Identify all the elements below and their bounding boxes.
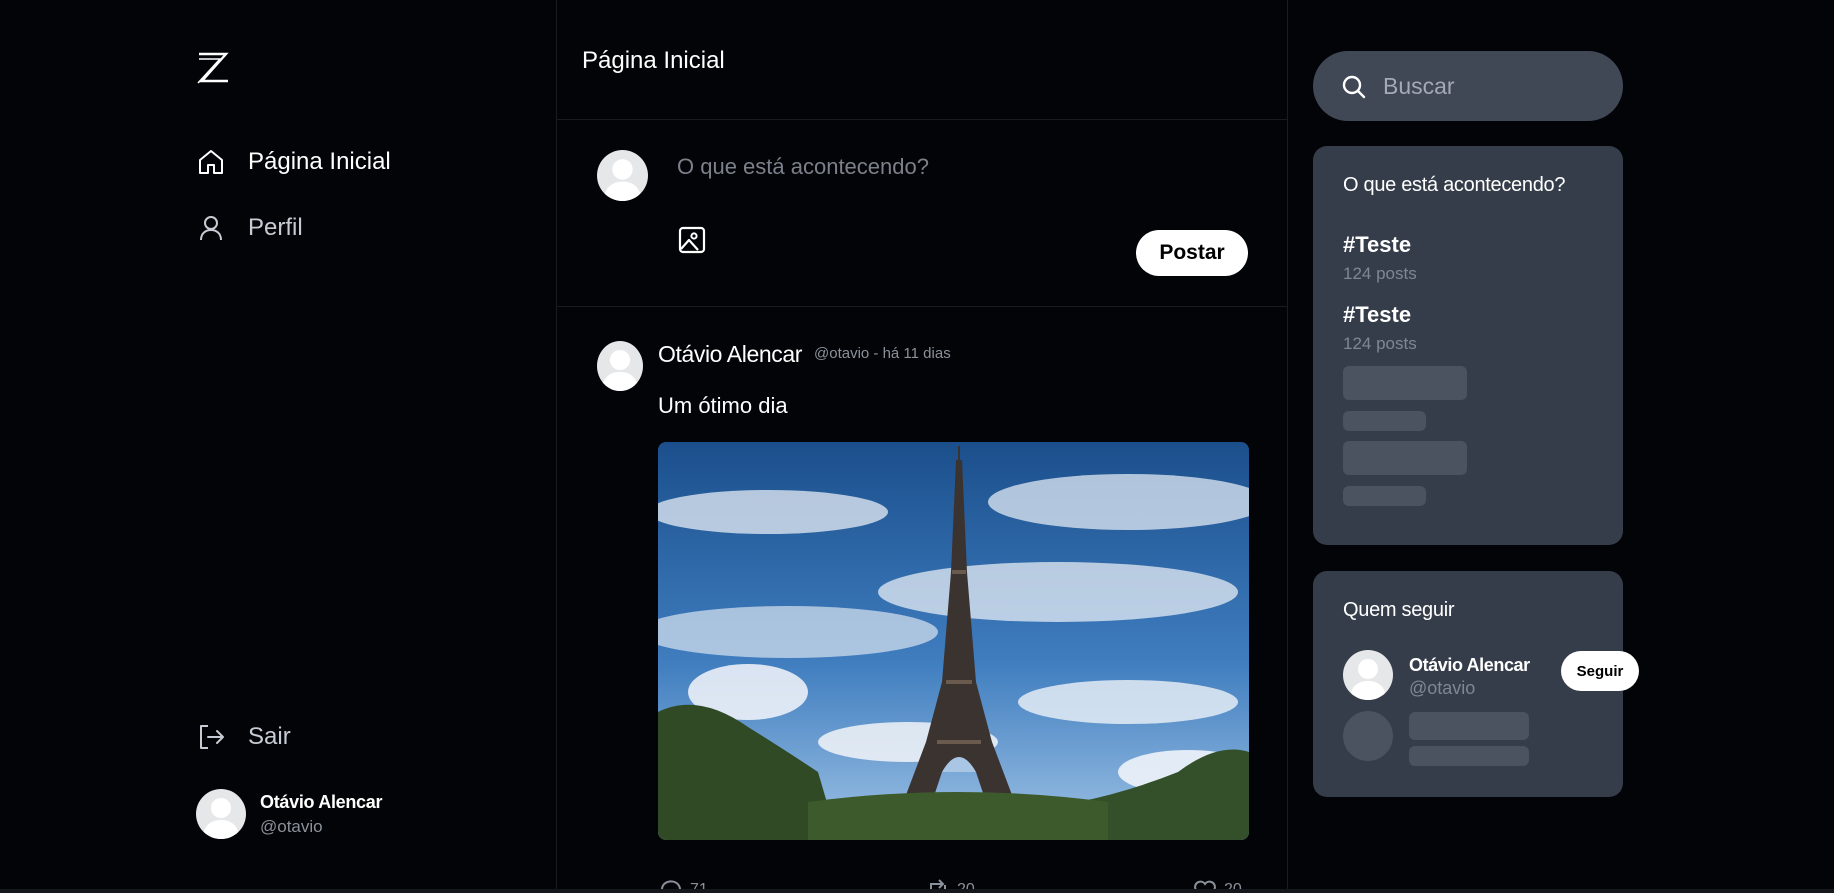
comment-icon	[660, 880, 681, 889]
repost-button[interactable]: 20	[925, 877, 975, 889]
search-icon	[1342, 75, 1366, 99]
avatar-placeholder-icon	[1349, 659, 1387, 700]
nav-item-label: Página Inicial	[248, 148, 391, 175]
post-text: Um ótimo dia	[658, 393, 788, 418]
home-icon	[199, 150, 223, 174]
skeleton-block	[1409, 712, 1529, 740]
feed-column: Página Inicial O que está acontecendo? P…	[556, 0, 1288, 889]
reply-count: 71	[690, 881, 708, 889]
repost-count: 20	[957, 881, 975, 889]
trend-tag: #Teste	[1343, 302, 1412, 327]
logout-label: Sair	[248, 723, 291, 750]
reply-button[interactable]: 71	[658, 877, 708, 889]
current-user-name: Otávio Alencar	[260, 791, 383, 812]
trend-tag: #Teste	[1343, 232, 1412, 257]
post-author[interactable]: Otávio Alencar	[658, 341, 802, 368]
trend-item[interactable]: #Teste 124 posts	[1343, 232, 1417, 284]
skeleton-block	[1343, 411, 1426, 431]
page-bottom-border	[0, 889, 1834, 893]
trends-title: O que está acontecendo?	[1343, 174, 1566, 196]
page-title: Página Inicial	[582, 47, 725, 74]
who-to-follow-card: Quem seguir Otávio Alencar @otavio Segui…	[1313, 571, 1639, 797]
search-input[interactable]	[1383, 51, 1603, 121]
skeleton-block	[1343, 486, 1426, 506]
app-root: Página Inicial Perfil Sair Otávio Alenca…	[0, 0, 1834, 893]
avatar-placeholder-icon	[202, 798, 240, 839]
trend-count: 124 posts	[1343, 334, 1417, 353]
post-image[interactable]	[658, 442, 1249, 840]
avatar	[1343, 650, 1393, 700]
right-sidebar: O que está acontecendo? #Teste 124 posts…	[1288, 0, 1834, 889]
avatar-placeholder-icon	[603, 159, 642, 201]
avatar[interactable]	[597, 341, 643, 391]
logout-button[interactable]: Sair	[196, 722, 291, 752]
skeleton-avatar	[1343, 711, 1393, 761]
nav-item-home[interactable]: Página Inicial	[196, 147, 391, 177]
like-button[interactable]: 20	[1192, 877, 1242, 889]
trend-count: 124 posts	[1343, 264, 1417, 283]
trend-item[interactable]: #Teste 124 posts	[1343, 302, 1417, 354]
feed-header: Página Inicial	[557, 0, 1287, 120]
skeleton-block	[1343, 366, 1467, 400]
avatar-placeholder-icon	[601, 350, 639, 391]
skeleton-block	[1343, 441, 1467, 475]
post-button[interactable]: Postar	[1136, 230, 1248, 276]
repost-icon	[930, 879, 946, 889]
logo-icon[interactable]	[196, 50, 230, 86]
user-icon	[200, 216, 222, 241]
skeleton-block	[1409, 746, 1529, 766]
avatar	[597, 150, 648, 201]
avatar	[196, 789, 246, 839]
post-meta: @otavio - há 11 dias	[814, 345, 951, 362]
logout-icon	[200, 725, 224, 749]
who-to-follow-title: Quem seguir	[1343, 599, 1455, 621]
current-user-handle: @otavio	[260, 816, 323, 836]
left-sidebar: Página Inicial Perfil Sair Otávio Alenca…	[0, 0, 556, 889]
search-box[interactable]	[1313, 51, 1623, 121]
suggested-user-handle: @otavio	[1409, 678, 1476, 698]
like-count: 20	[1224, 881, 1242, 889]
post-composer: O que está acontecendo? Postar	[557, 120, 1287, 307]
current-user[interactable]: Otávio Alencar @otavio	[196, 789, 382, 839]
trends-card: O que está acontecendo? #Teste 124 posts…	[1313, 146, 1623, 545]
eiffel-tower-photo	[658, 442, 1249, 840]
heart-icon	[1194, 880, 1216, 889]
suggested-user-name[interactable]: Otávio Alencar	[1409, 655, 1530, 676]
follow-button[interactable]: Seguir	[1561, 651, 1639, 691]
suggested-user-avatar[interactable]	[1343, 650, 1393, 700]
image-upload-icon[interactable]	[677, 225, 707, 255]
nav-item-profile[interactable]: Perfil	[196, 213, 303, 243]
nav-item-label: Perfil	[248, 214, 303, 241]
compose-input[interactable]: O que está acontecendo?	[677, 154, 929, 180]
